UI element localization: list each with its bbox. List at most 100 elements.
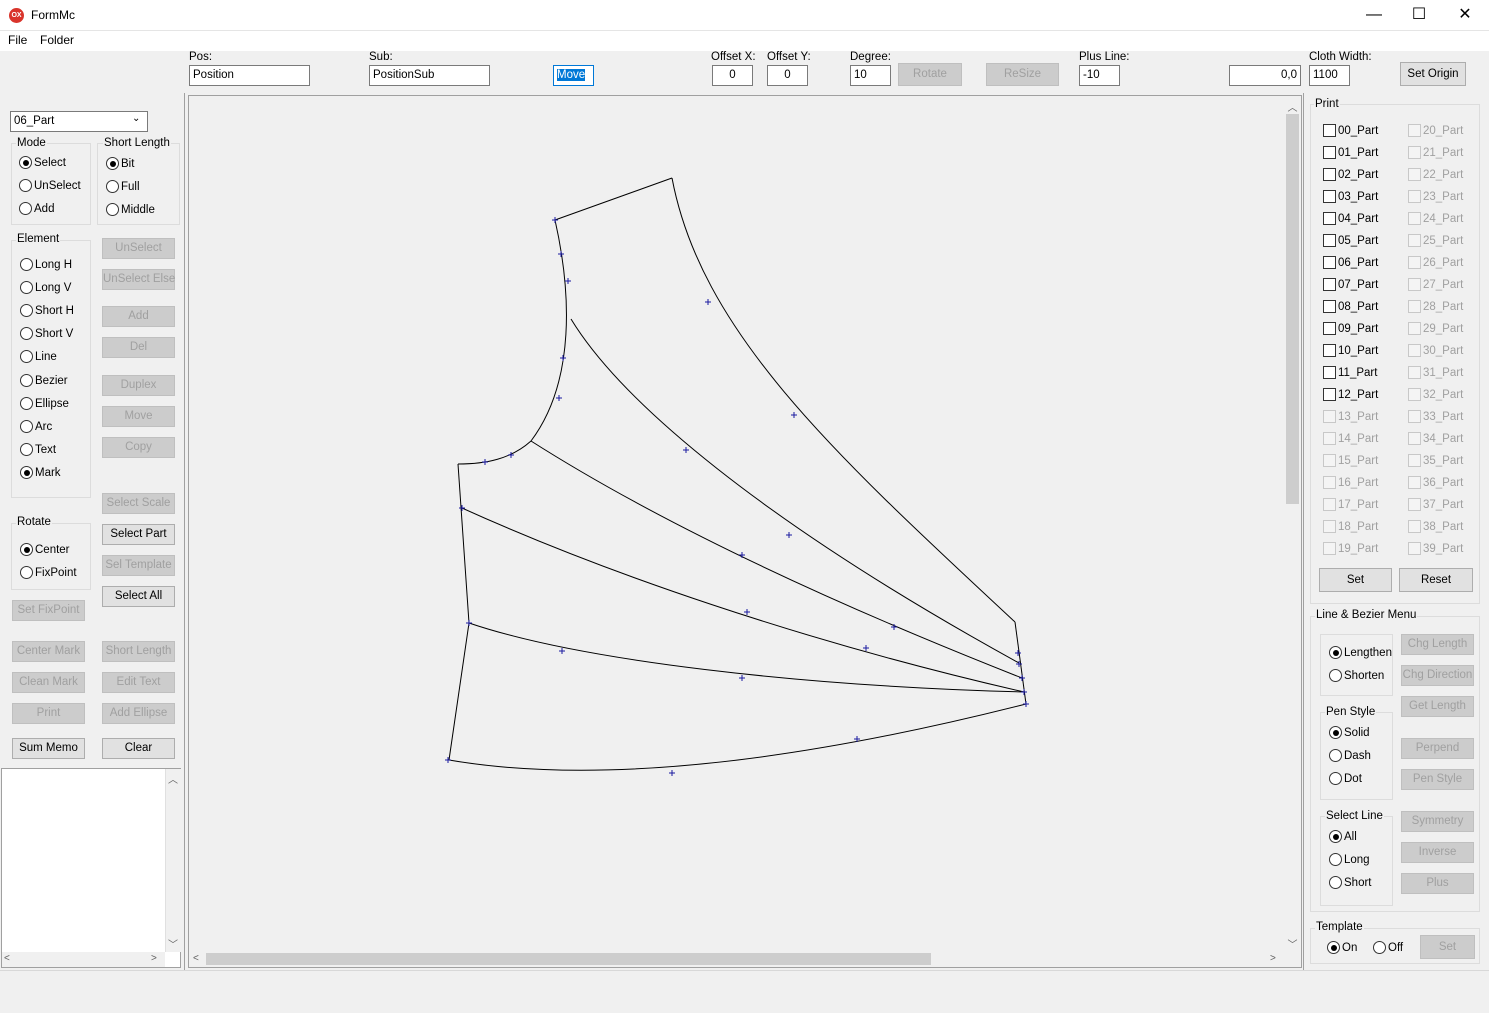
canvas-vscroll-thumb[interactable] [1286, 114, 1299, 504]
print-part-checkbox[interactable]: 07_Part [1323, 278, 1378, 291]
mode-add-radio[interactable]: Add [19, 202, 54, 215]
print-part-checkbox[interactable]: 31_Part [1408, 366, 1463, 379]
pen-solid-radio[interactable]: Solid [1329, 726, 1370, 739]
print-part-checkbox[interactable]: 02_Part [1323, 168, 1378, 181]
print-part-checkbox[interactable]: 12_Part [1323, 388, 1378, 401]
shorten-radio[interactable]: Shorten [1329, 669, 1384, 682]
el-short-v-radio[interactable]: Short V [20, 327, 73, 340]
set-fixpoint-button[interactable]: Set FixPoint [12, 600, 85, 621]
print-part-checkbox[interactable]: 23_Part [1408, 190, 1463, 203]
clean-mark-button[interactable]: Clean Mark [12, 672, 85, 693]
scroll-left-icon[interactable]: < [4, 953, 10, 964]
el-text-radio[interactable]: Text [20, 443, 56, 456]
print-part-checkbox[interactable]: 06_Part [1323, 256, 1378, 269]
chg-direction-button[interactable]: Chg Direction [1401, 665, 1474, 686]
pen-dash-radio[interactable]: Dash [1329, 749, 1371, 762]
print-part-checkbox[interactable]: 04_Part [1323, 212, 1378, 225]
print-part-checkbox[interactable]: 01_Part [1323, 146, 1378, 159]
offset-x-input[interactable]: 0 [712, 65, 753, 86]
plus-line-input[interactable]: -10 [1079, 65, 1120, 86]
duplex-button[interactable]: Duplex [102, 375, 175, 396]
get-length-button[interactable]: Get Length [1401, 696, 1474, 717]
print-part-checkbox[interactable]: 24_Part [1408, 212, 1463, 225]
minimize-icon[interactable]: — [1351, 0, 1397, 31]
canvas-hscroll-thumb[interactable] [206, 953, 931, 965]
print-part-checkbox[interactable]: 11_Part [1323, 366, 1377, 379]
menu-file[interactable]: File [8, 33, 27, 47]
el-short-h-radio[interactable]: Short H [20, 304, 74, 317]
el-long-v-radio[interactable]: Long V [20, 281, 71, 294]
print-set-button[interactable]: Set [1319, 568, 1392, 592]
pos-input[interactable]: Position [189, 65, 310, 86]
print-part-checkbox[interactable]: 18_Part [1323, 520, 1378, 533]
lengthen-radio[interactable]: Lengthen [1329, 646, 1392, 659]
print-reset-button[interactable]: Reset [1399, 568, 1473, 592]
sel-all-radio[interactable]: All [1329, 830, 1357, 843]
mode-unselect-radio[interactable]: UnSelect [19, 179, 81, 192]
sel-template-button[interactable]: Sel Template [102, 555, 175, 576]
el-mark-radio[interactable]: Mark [20, 466, 61, 479]
print-part-checkbox[interactable]: 00_Part [1323, 124, 1378, 137]
offset-y-input[interactable]: 0 [767, 65, 808, 86]
del-button[interactable]: Del [102, 337, 175, 358]
print-part-checkbox[interactable]: 36_Part [1408, 476, 1463, 489]
sl-middle-radio[interactable]: Middle [106, 203, 155, 216]
template-off-radio[interactable]: Off [1373, 941, 1403, 954]
print-part-checkbox[interactable]: 10_Part [1323, 344, 1378, 357]
print-part-checkbox[interactable]: 16_Part [1323, 476, 1378, 489]
move-button[interactable]: Move [102, 406, 175, 427]
short-length-button[interactable]: Short Length [102, 641, 175, 662]
print-part-checkbox[interactable]: 33_Part [1408, 410, 1463, 423]
perpend-button[interactable]: Perpend [1401, 738, 1474, 759]
memo-hscrollbar[interactable] [2, 952, 165, 967]
set-origin-button[interactable]: Set Origin [1400, 62, 1466, 86]
scroll-up-icon[interactable]: ︿ [1285, 99, 1300, 114]
print-part-checkbox[interactable]: 34_Part [1408, 432, 1463, 445]
mode-input[interactable]: Move [553, 65, 594, 86]
sl-bit-radio[interactable]: Bit [106, 157, 134, 170]
el-ellipse-radio[interactable]: Ellipse [20, 397, 69, 410]
print-part-checkbox[interactable]: 09_Part [1323, 322, 1378, 335]
el-bezier-radio[interactable]: Bezier [20, 374, 68, 387]
coord-input[interactable]: 0,0 [1229, 65, 1301, 86]
scroll-down-icon[interactable]: ﹀ [1285, 936, 1300, 951]
rot-center-radio[interactable]: Center [20, 543, 70, 556]
plus-button[interactable]: Plus [1401, 873, 1474, 894]
scroll-down-icon[interactable]: ﹀ [166, 936, 180, 951]
sl-full-radio[interactable]: Full [106, 180, 140, 193]
add-button[interactable]: Add [102, 306, 175, 327]
sel-short-radio[interactable]: Short [1329, 876, 1372, 889]
print-part-checkbox[interactable]: 05_Part [1323, 234, 1378, 247]
select-all-button[interactable]: Select All [102, 586, 175, 607]
print-part-checkbox[interactable]: 19_Part [1323, 542, 1378, 555]
print-part-checkbox[interactable]: 29_Part [1408, 322, 1463, 335]
part-select[interactable]: 06_Part [10, 111, 148, 132]
el-line-radio[interactable]: Line [20, 350, 57, 363]
memo-textarea[interactable] [1, 768, 181, 968]
print-part-checkbox[interactable]: 15_Part [1323, 454, 1378, 467]
add-ellipse-button[interactable]: Add Ellipse [102, 703, 175, 724]
clear-button[interactable]: Clear [102, 738, 175, 759]
chg-length-button[interactable]: Chg Length [1401, 634, 1474, 655]
print-part-checkbox[interactable]: 14_Part [1323, 432, 1378, 445]
edit-text-button[interactable]: Edit Text [102, 672, 175, 693]
select-scale-button[interactable]: Select Scale [102, 493, 175, 514]
print-part-checkbox[interactable]: 38_Part [1408, 520, 1463, 533]
print-part-checkbox[interactable]: 25_Part [1408, 234, 1463, 247]
print-part-checkbox[interactable]: 30_Part [1408, 344, 1463, 357]
print-part-checkbox[interactable]: 26_Part [1408, 256, 1463, 269]
print-part-checkbox[interactable]: 13_Part [1323, 410, 1378, 423]
resize-button[interactable]: ReSize [986, 63, 1059, 86]
print-part-checkbox[interactable]: 21_Part [1408, 146, 1463, 159]
el-arc-radio[interactable]: Arc [20, 420, 52, 433]
print-part-checkbox[interactable]: 03_Part [1323, 190, 1378, 203]
print-part-checkbox[interactable]: 22_Part [1408, 168, 1463, 181]
template-set-button[interactable]: Set [1420, 935, 1475, 959]
print-part-checkbox[interactable]: 39_Part [1408, 542, 1463, 555]
print-part-checkbox[interactable]: 08_Part [1323, 300, 1378, 313]
unselect-button[interactable]: UnSelect [102, 238, 175, 259]
drawing-canvas[interactable] [188, 95, 1302, 968]
unselect-else-button[interactable]: UnSelect Else [102, 269, 175, 290]
print-part-checkbox[interactable]: 27_Part [1408, 278, 1463, 291]
copy-button[interactable]: Copy [102, 437, 175, 458]
